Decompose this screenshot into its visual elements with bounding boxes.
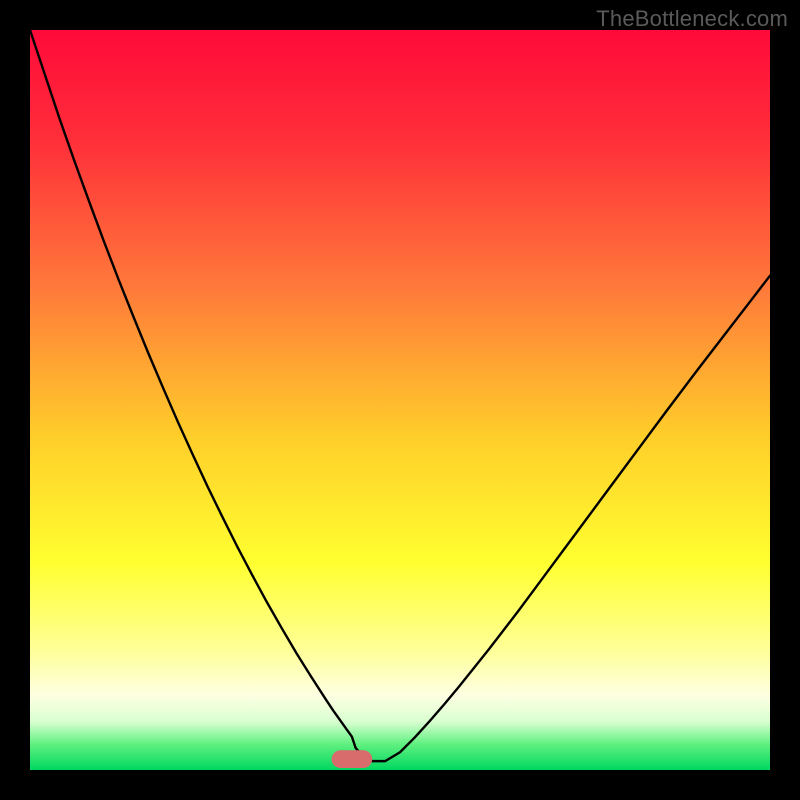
watermark-text: TheBottleneck.com: [596, 6, 788, 32]
chart-frame: TheBottleneck.com: [0, 0, 800, 800]
optimal-point-marker: [332, 750, 373, 768]
chart-plot-area: [30, 30, 770, 770]
chart-background-gradient: [30, 30, 770, 770]
chart-svg: [30, 30, 770, 770]
